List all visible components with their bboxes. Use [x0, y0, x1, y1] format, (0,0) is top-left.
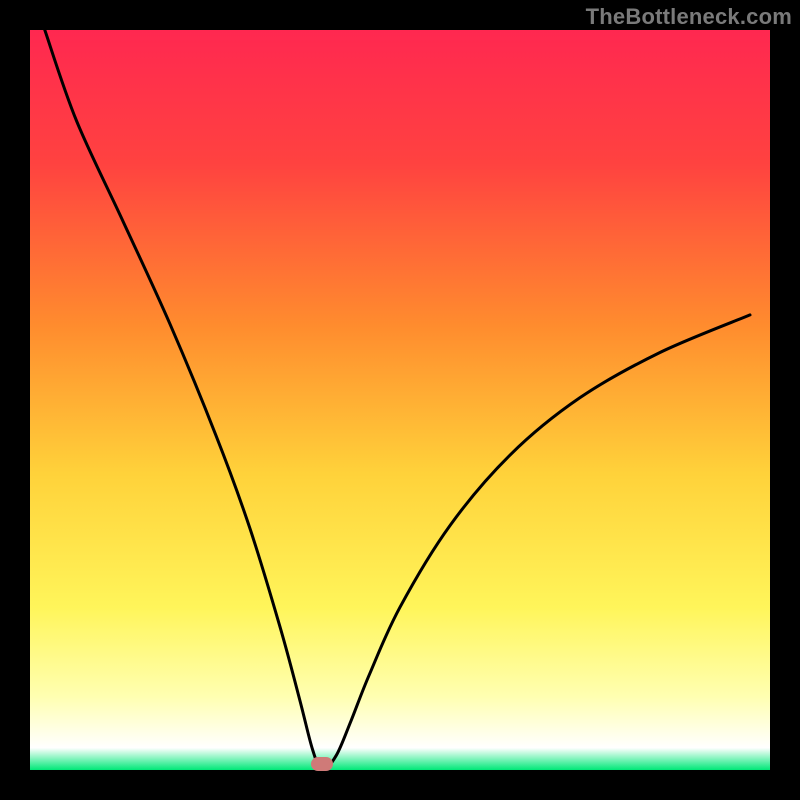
- optimum-marker: [311, 757, 333, 771]
- bottleneck-curve: [30, 30, 770, 770]
- plot-area: [30, 30, 770, 770]
- chart-frame: TheBottleneck.com: [0, 0, 800, 800]
- watermark-text: TheBottleneck.com: [586, 4, 792, 30]
